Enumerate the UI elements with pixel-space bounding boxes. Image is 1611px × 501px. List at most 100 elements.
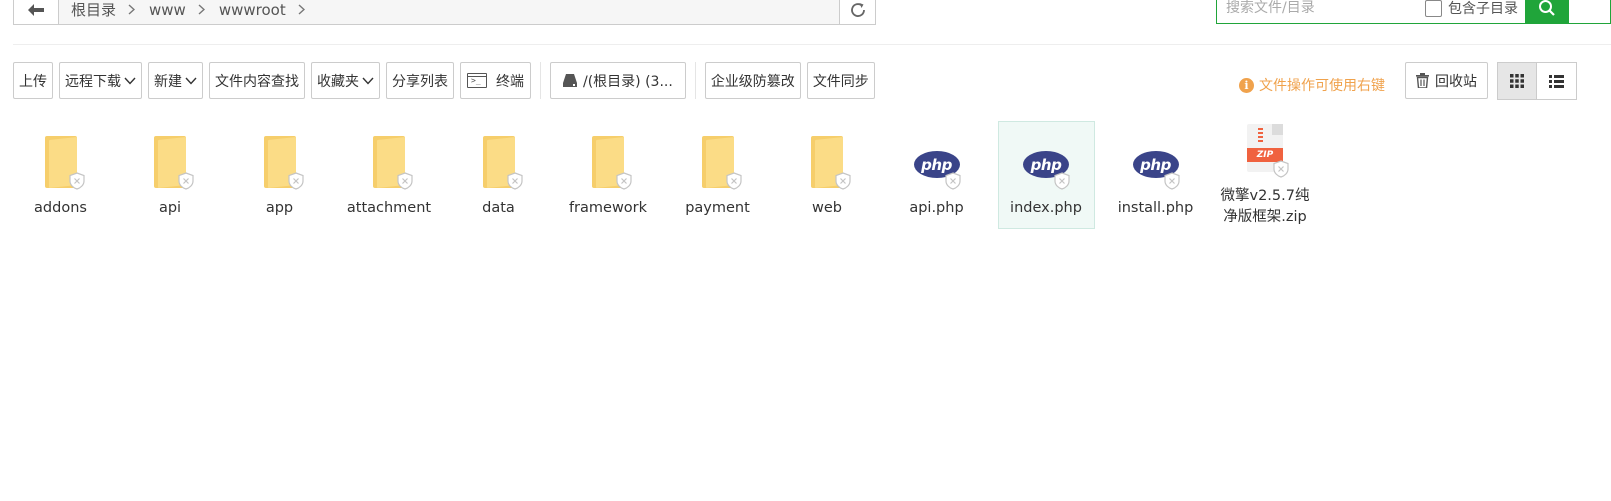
path-bar: 根目录 www wwwroot <box>13 0 876 25</box>
toolbar-divider <box>694 62 696 99</box>
breadcrumb-label: 根目录 <box>71 1 117 19</box>
shield-icon <box>506 172 523 190</box>
file-grid: addons api app attachment data framework payme… <box>12 121 1326 229</box>
file-item[interactable]: php index.php <box>997 121 1095 229</box>
divider <box>13 44 1611 45</box>
file-sync-button[interactable]: 文件同步 <box>806 62 875 99</box>
list-view-button[interactable] <box>1537 62 1577 100</box>
file-item[interactable]: data <box>450 121 547 229</box>
file-name: api.php <box>909 200 964 216</box>
tip-text: 文件操作可使用右键 <box>1259 78 1385 94</box>
grid-view-button[interactable] <box>1497 62 1537 100</box>
right-click-tip: i 文件操作可使用右键 <box>1239 75 1385 95</box>
file-name: app <box>265 200 294 216</box>
remote-download-label: 远程下载 <box>65 73 121 90</box>
file-item[interactable]: php api.php <box>888 121 985 229</box>
zip-file-icon: ZIP <box>1235 122 1295 178</box>
tamper-proof-label: 企业级防篡改 <box>710 73 795 90</box>
breadcrumb-item-www[interactable]: www <box>145 1 215 19</box>
folder-icon <box>140 122 200 190</box>
chevron-right-icon <box>190 4 215 15</box>
shield-icon <box>68 172 85 190</box>
recycle-bin-label: 回收站 <box>1435 73 1477 90</box>
chevron-down-icon <box>362 77 374 85</box>
file-name: web <box>812 200 842 216</box>
file-sync-label: 文件同步 <box>812 73 869 90</box>
file-item[interactable]: addons <box>12 121 109 229</box>
recycle-bin-button[interactable]: 回收站 <box>1405 62 1488 99</box>
folder-icon <box>31 122 91 190</box>
terminal-button[interactable]: >_ 终端 <box>460 62 531 99</box>
shield-icon <box>178 172 194 190</box>
breadcrumb-item-root[interactable]: 根目录 <box>67 0 145 20</box>
file-item[interactable]: php install.php <box>1107 121 1204 229</box>
content-search-button[interactable]: 文件内容查找 <box>209 62 305 99</box>
php-file-icon: php <box>907 122 967 190</box>
shield-icon <box>1054 172 1070 190</box>
chevron-down-icon <box>124 77 136 85</box>
shield-icon <box>1163 172 1180 190</box>
checkbox[interactable] <box>1425 0 1442 17</box>
new-button[interactable]: 新建 <box>148 62 203 99</box>
php-file-icon: php <box>1126 122 1186 190</box>
toolbar-divider <box>540 62 541 99</box>
file-item[interactable]: payment <box>669 121 766 229</box>
file-item[interactable]: app <box>231 121 328 229</box>
arrow-left-icon <box>28 3 44 16</box>
trash-icon <box>1416 73 1429 88</box>
chevron-right-icon <box>290 4 315 15</box>
shield-icon <box>397 172 413 190</box>
share-list-label: 分享列表 <box>392 73 448 90</box>
file-name: payment <box>685 200 750 216</box>
breadcrumb-item-wwwroot[interactable]: wwwroot <box>215 1 315 19</box>
include-subdir-checkbox[interactable]: 包含子目录 <box>1425 0 1518 18</box>
shield-icon <box>725 172 742 190</box>
file-name: addons <box>34 200 87 216</box>
php-file-icon: php <box>1016 122 1076 190</box>
refresh-icon <box>850 2 865 17</box>
include-subdir-label: 包含子目录 <box>1448 1 1518 17</box>
file-item[interactable]: ZIP 微擎v2.5.7纯净版框架.zip <box>1217 121 1314 229</box>
file-name: install.php <box>1117 200 1194 216</box>
terminal-label: 终端 <box>496 73 524 90</box>
breadcrumb: 根目录 www wwwroot <box>59 0 839 24</box>
content-search-label: 文件内容查找 <box>215 73 299 90</box>
file-name: framework <box>568 200 648 216</box>
folder-icon <box>359 122 419 190</box>
file-name: data <box>482 200 515 216</box>
folder-icon <box>797 122 857 190</box>
shield-icon <box>287 172 304 190</box>
search-input[interactable] <box>1217 0 1425 23</box>
chevron-right-icon <box>120 4 145 15</box>
folder-icon <box>250 122 310 190</box>
disk-button[interactable]: /(根目录) (3... <box>550 62 686 99</box>
view-switch <box>1497 62 1577 100</box>
list-icon <box>1549 74 1564 88</box>
file-item[interactable]: framework <box>560 121 657 229</box>
file-item[interactable]: web <box>779 121 876 229</box>
file-item[interactable]: api <box>122 121 219 229</box>
share-list-button[interactable]: 分享列表 <box>386 62 454 99</box>
folder-icon <box>688 122 748 190</box>
upload-button[interactable]: 上传 <box>13 62 53 99</box>
disk-label: /(根目录) (3... <box>583 73 673 90</box>
search-button[interactable] <box>1525 0 1569 23</box>
terminal-icon: >_ <box>467 73 487 88</box>
file-item[interactable]: attachment <box>341 121 438 229</box>
grid-icon <box>1510 74 1524 88</box>
file-name: index.php <box>1010 200 1082 216</box>
back-button[interactable] <box>14 0 59 24</box>
upload-label: 上传 <box>19 73 47 90</box>
search-icon <box>1539 0 1555 16</box>
shield-icon <box>1273 160 1289 178</box>
favorites-label: 收藏夹 <box>317 73 359 90</box>
shield-icon <box>944 172 961 190</box>
refresh-button[interactable] <box>839 0 875 24</box>
chevron-down-icon <box>185 77 197 85</box>
tamper-proof-button[interactable]: 企业级防篡改 <box>704 62 801 99</box>
file-name: api <box>158 200 182 216</box>
remote-download-button[interactable]: 远程下载 <box>59 62 142 99</box>
disk-icon <box>563 74 577 87</box>
search-box: 包含子目录 <box>1216 0 1611 24</box>
favorites-button[interactable]: 收藏夹 <box>311 62 380 99</box>
